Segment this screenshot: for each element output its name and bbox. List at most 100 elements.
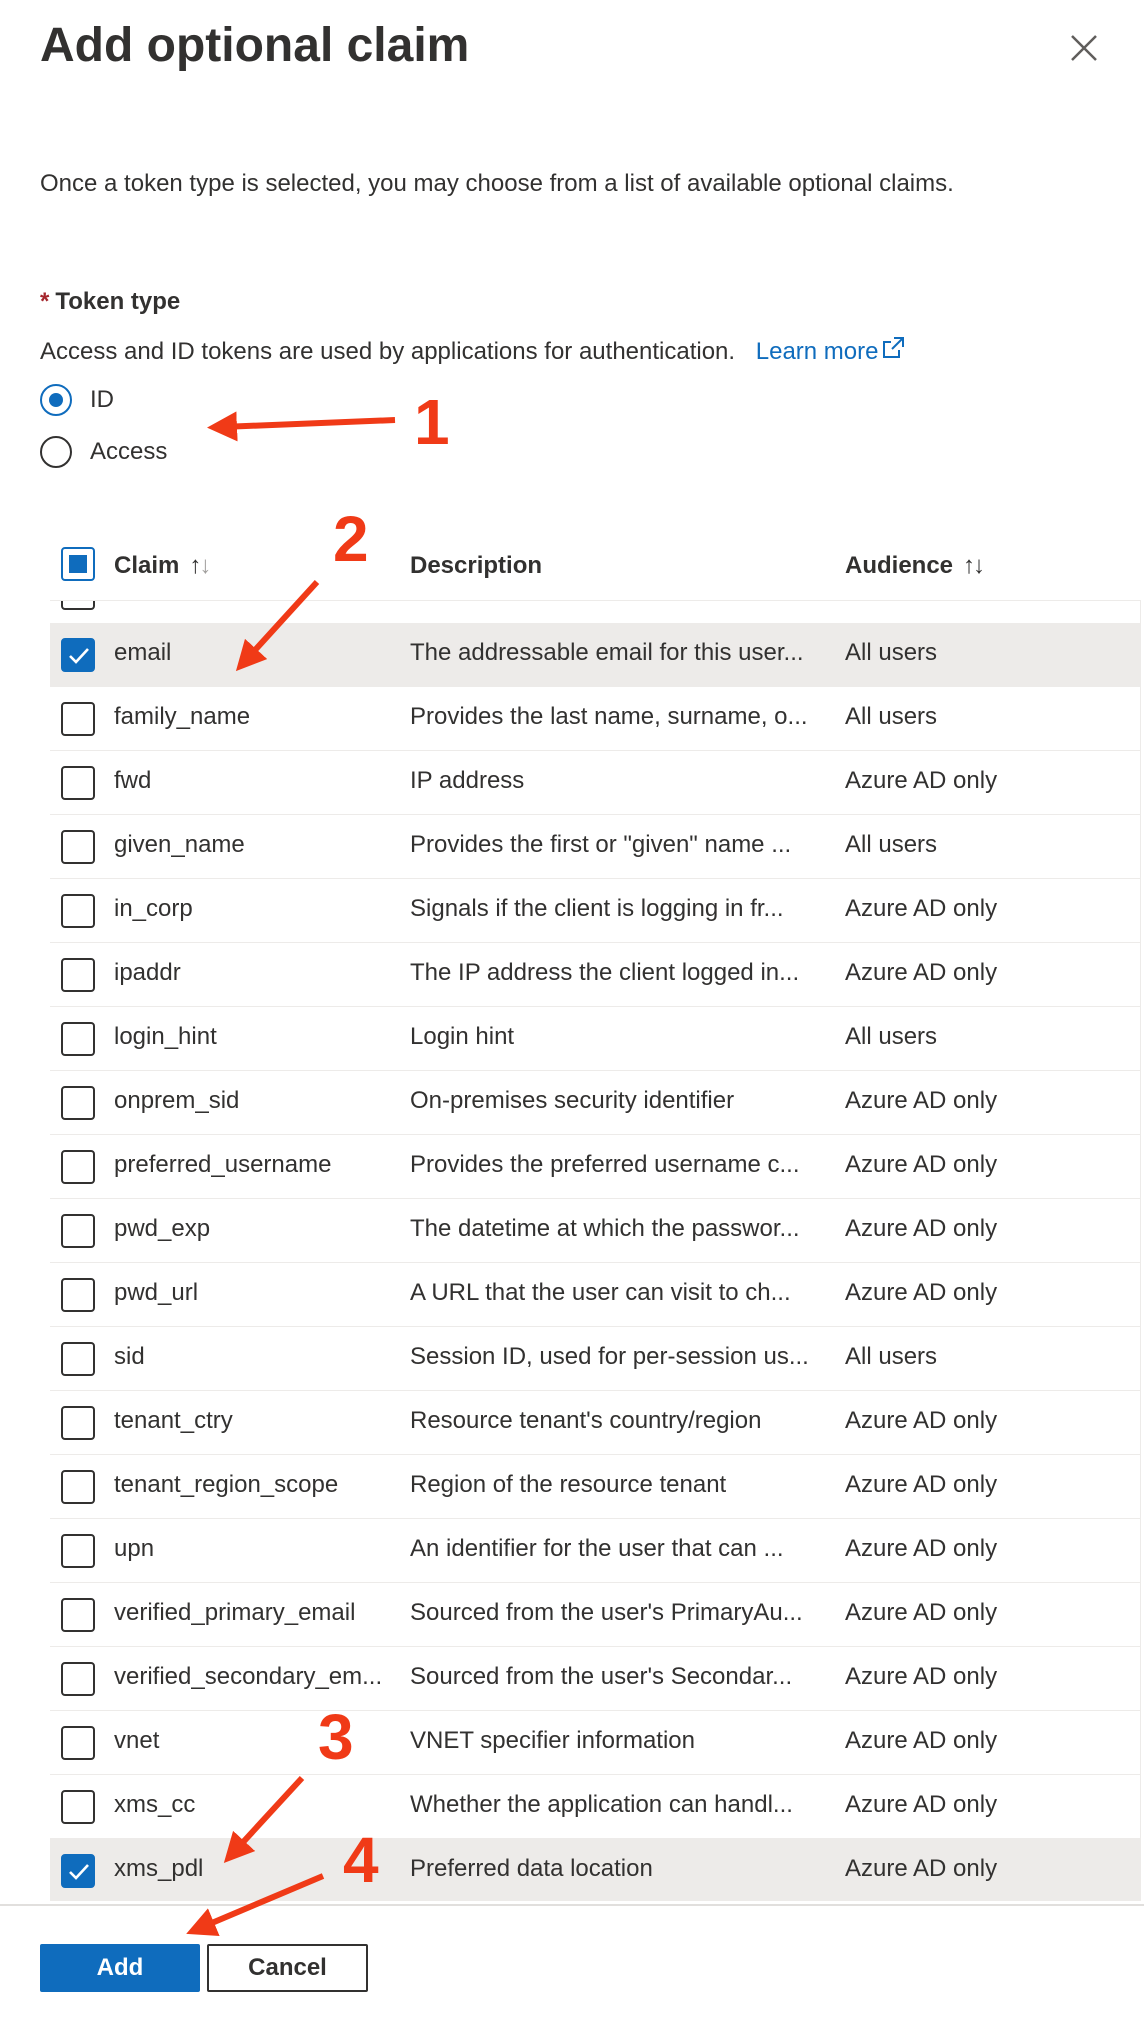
description-cell: On-premises security identifier: [410, 1087, 735, 1114]
table-row[interactable]: verified_primary_email Sourced from the u…: [50, 1583, 1140, 1647]
description-cell: Login hint: [410, 1023, 515, 1050]
table-row[interactable]: fwd IP address Azure AD only: [50, 751, 1140, 815]
description-cell: Provides the preferred username c...: [410, 1151, 800, 1178]
radio-token-id[interactable]: ID: [40, 384, 114, 416]
table-row[interactable]: xms_pdl Preferred data location Azure AD o…: [50, 1839, 1140, 1901]
table-row[interactable]: sid Session ID, used for per-session us..…: [50, 1327, 1140, 1391]
claim-cell: given_name: [114, 831, 245, 858]
row-checkbox[interactable]: [61, 1534, 95, 1568]
radio-button-selected[interactable]: [40, 384, 72, 416]
table-row[interactable]: xms_cc Whether the application can handl.…: [50, 1775, 1140, 1839]
page-title: Add optional claim: [40, 19, 470, 72]
description-cell: IP address: [410, 767, 525, 794]
audience-cell: Azure AD only: [845, 1855, 998, 1882]
description-cell: Preferred data location: [410, 1855, 653, 1882]
row-checkbox[interactable]: [61, 1790, 95, 1824]
cancel-button[interactable]: Cancel: [207, 1944, 368, 1992]
table-row[interactable]: tenant_region_scope Region of the resourc…: [50, 1455, 1140, 1519]
description-cell: VNET specifier information: [410, 1727, 695, 1754]
row-checkbox[interactable]: [61, 1022, 95, 1056]
column-header-audience[interactable]: Audience ↑↓: [845, 552, 985, 580]
description-cell: Provides the first or "given" name ...: [410, 831, 792, 858]
audience-cell: Azure AD only: [845, 895, 998, 922]
row-checkbox[interactable]: [61, 601, 95, 610]
table-row[interactable]: family_name Provides the last name, surna…: [50, 687, 1140, 751]
row-checkbox[interactable]: [61, 958, 95, 992]
claim-cell: login_hint: [114, 1023, 217, 1050]
table-row[interactable]: tenant_ctry Resource tenant's country/reg…: [50, 1391, 1140, 1455]
row-checkbox[interactable]: [61, 1086, 95, 1120]
row-checkbox[interactable]: [61, 1470, 95, 1504]
learn-more-link[interactable]: Learn more: [756, 337, 907, 365]
row-checkbox[interactable]: [61, 1726, 95, 1760]
column-header-audience-label: Audience: [845, 552, 954, 579]
audience-cell: Azure AD only: [845, 1663, 998, 1690]
audience-cell: All users: [845, 703, 938, 730]
sort-arrows-icon: ↑↓: [189, 552, 211, 579]
row-checkbox[interactable]: [61, 766, 95, 800]
annotation-number-1: 1: [414, 386, 450, 458]
radio-button[interactable]: [40, 436, 72, 468]
column-header-claim-label: Claim: [114, 552, 180, 579]
claim-cell: ipaddr: [114, 959, 181, 986]
table-row[interactable]: login_hint Login hint All users: [50, 1007, 1140, 1071]
table-body[interactable]: email The addressable email for this user…: [50, 600, 1141, 1901]
table-row[interactable]: ipaddr The IP address the client logged i…: [50, 943, 1140, 1007]
select-all-checkbox[interactable]: [61, 547, 95, 581]
description-cell: Sourced from the user's PrimaryAu...: [410, 1599, 803, 1626]
audience-cell: Azure AD only: [845, 1151, 998, 1178]
radio-label-id: ID: [90, 386, 114, 413]
description-cell: The datetime at which the passwor...: [410, 1215, 800, 1242]
row-checkbox[interactable]: [61, 894, 95, 928]
audience-cell: Azure AD only: [845, 1791, 998, 1818]
audience-cell: All users: [845, 639, 938, 666]
row-checkbox[interactable]: [61, 1406, 95, 1440]
claim-cell: tenant_region_scope: [114, 1471, 339, 1498]
audience-cell: Azure AD only: [845, 1407, 998, 1434]
checkmark-icon: [69, 648, 89, 664]
description-cell: Region of the resource tenant: [410, 1471, 727, 1498]
row-checkbox[interactable]: [61, 1662, 95, 1696]
claim-cell: pwd_url: [114, 1279, 199, 1306]
row-checkbox[interactable]: [61, 638, 95, 672]
row-checkbox[interactable]: [61, 1150, 95, 1184]
row-checkbox[interactable]: [61, 702, 95, 736]
column-header-description: Description: [410, 552, 543, 579]
table-row[interactable]: given_name Provides the first or "given" …: [50, 815, 1140, 879]
table-row[interactable]: vnet VNET specifier information Azure AD o…: [50, 1711, 1140, 1775]
table-row[interactable]: verified_secondary_em... Sourced from the…: [50, 1647, 1140, 1711]
add-button[interactable]: Add: [40, 1944, 200, 1992]
radio-token-access[interactable]: Access: [40, 436, 167, 468]
table-row[interactable]: pwd_url A URL that the user can visit to …: [50, 1263, 1140, 1327]
row-checkbox[interactable]: [61, 1598, 95, 1632]
close-icon: [1071, 35, 1097, 61]
table-row[interactable]: onprem_sid On-premises security identifie…: [50, 1071, 1140, 1135]
token-type-label-text: Token type: [55, 288, 181, 315]
audience-cell: All users: [845, 831, 938, 858]
close-button[interactable]: [1064, 28, 1104, 68]
description-cell: Provides the last name, surname, o...: [410, 703, 808, 730]
token-type-label: * Token type: [40, 288, 180, 316]
audience-cell: Azure AD only: [845, 1215, 998, 1242]
column-header-claim[interactable]: Claim ↑↓: [114, 552, 211, 580]
row-checkbox[interactable]: [61, 1214, 95, 1248]
claim-cell: family_name: [114, 703, 251, 730]
description-cell: Resource tenant's country/region: [410, 1407, 762, 1434]
table-row[interactable]: pwd_exp The datetime at which the passwor…: [50, 1199, 1140, 1263]
row-checkbox[interactable]: [61, 1854, 95, 1888]
claim-cell: onprem_sid: [114, 1087, 240, 1114]
row-checkbox[interactable]: [61, 1278, 95, 1312]
row-checkbox[interactable]: [61, 1342, 95, 1376]
table-row[interactable]: preferred_username Provides the preferred…: [50, 1135, 1140, 1199]
table-row[interactable]: email The addressable email for this user…: [50, 623, 1140, 687]
row-checkbox[interactable]: [61, 830, 95, 864]
table-header: Claim ↑↓ Description Audience ↑↓: [50, 534, 1140, 600]
table-row[interactable]: upn An identifier for the user that can .…: [50, 1519, 1140, 1583]
audience-cell: Azure AD only: [845, 1087, 998, 1114]
claim-cell: xms_pdl: [114, 1855, 204, 1882]
claim-cell: verified_primary_email: [114, 1599, 356, 1626]
audience-cell: Azure AD only: [845, 1535, 998, 1562]
claim-cell: xms_cc: [114, 1791, 196, 1818]
audience-cell: Azure AD only: [845, 1279, 998, 1306]
table-row[interactable]: in_corp Signals if the client is logging …: [50, 879, 1140, 943]
